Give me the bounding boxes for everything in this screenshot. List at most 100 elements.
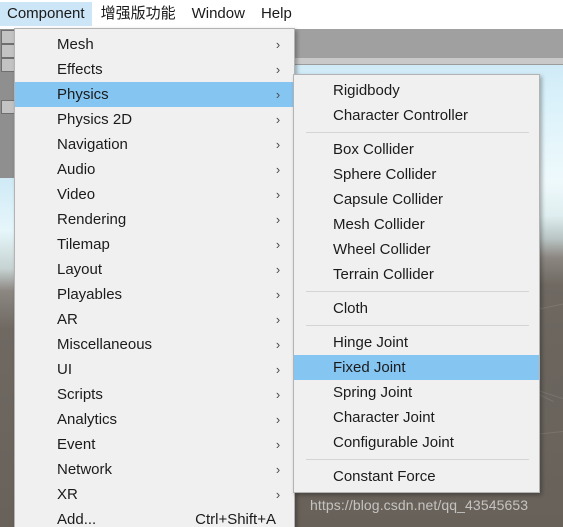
menu-item-label: Event xyxy=(57,436,96,453)
menu-item-label: Tilemap xyxy=(57,236,110,253)
component-menu-item-network[interactable]: Network › xyxy=(15,457,294,482)
menu-item-label: Layout xyxy=(57,261,103,278)
component-menu-item-audio[interactable]: Audio › xyxy=(15,157,294,182)
physics-menu-item-box-collider[interactable]: Box Collider xyxy=(294,137,539,162)
menu-bar: Component 增强版功能 Window Help xyxy=(0,0,563,29)
left-dock-strip xyxy=(0,28,15,527)
menu-item-label: Character Joint xyxy=(333,409,435,426)
chevron-right-icon: › xyxy=(275,211,281,227)
physics-menu-item-cloth[interactable]: Cloth xyxy=(294,296,539,321)
physics-menu-item-sphere-collider[interactable]: Sphere Collider xyxy=(294,162,539,187)
component-menu-item-event[interactable]: Event › xyxy=(15,432,294,457)
component-menu-item-rendering[interactable]: Rendering › xyxy=(15,207,294,232)
menu-item-label: Rendering xyxy=(57,211,127,228)
component-menu-item-video[interactable]: Video › xyxy=(15,182,294,207)
physics-menu-item-wheel-collider[interactable]: Wheel Collider xyxy=(294,237,539,262)
physics-menu-item-hinge-joint[interactable]: Hinge Joint xyxy=(294,330,539,355)
chevron-right-icon: › xyxy=(275,36,281,52)
menu-item-label: Character Controller xyxy=(333,107,469,124)
menu-item-label: Playables xyxy=(57,286,123,303)
physics-menu-item-character-joint[interactable]: Character Joint xyxy=(294,405,539,430)
chevron-right-icon: › xyxy=(275,486,281,502)
menu-separator xyxy=(306,459,529,460)
component-menu-item-scripts[interactable]: Scripts › xyxy=(15,382,294,407)
chevron-right-icon: › xyxy=(275,286,281,302)
menu-item-label: Terrain Collider xyxy=(333,266,434,283)
component-menu-item-physics[interactable]: Physics › xyxy=(15,82,294,107)
chevron-right-icon: › xyxy=(275,411,281,427)
menu-item-label: Video xyxy=(57,186,96,203)
dock-icon-4[interactable] xyxy=(1,100,15,114)
component-menu-item-layout[interactable]: Layout › xyxy=(15,257,294,282)
physics-menu-item-spring-joint[interactable]: Spring Joint xyxy=(294,380,539,405)
menu-item-label: XR xyxy=(57,486,78,503)
dock-icon-3[interactable] xyxy=(1,58,15,72)
dock-icon-1[interactable] xyxy=(1,30,15,44)
physics-submenu: Rigidbody Character Controller Box Collide… xyxy=(293,74,540,493)
menubar-item-component-label: Component xyxy=(7,5,85,22)
component-menu-item-analytics[interactable]: Analytics › xyxy=(15,407,294,432)
menubar-item-component[interactable]: Component xyxy=(0,2,92,26)
left-dock-scene-sliver xyxy=(0,178,14,527)
component-menu-item-playables[interactable]: Playables › xyxy=(15,282,294,307)
menu-item-label: Miscellaneous xyxy=(57,336,153,353)
menu-separator xyxy=(306,291,529,292)
component-menu-item-physics-2d[interactable]: Physics 2D › xyxy=(15,107,294,132)
menu-separator xyxy=(306,132,529,133)
component-menu-item-ar[interactable]: AR › xyxy=(15,307,294,332)
menu-item-label: Scripts xyxy=(57,386,103,403)
chevron-right-icon: › xyxy=(275,236,281,252)
chevron-right-icon: › xyxy=(275,311,281,327)
physics-menu-item-mesh-collider[interactable]: Mesh Collider xyxy=(294,212,539,237)
menu-item-label: Mesh xyxy=(57,36,94,53)
physics-menu-item-fixed-joint[interactable]: Fixed Joint xyxy=(294,355,539,380)
component-menu-item-add[interactable]: Add... Ctrl+Shift+A xyxy=(15,507,294,527)
menu-item-label: Analytics xyxy=(57,411,118,428)
menubar-item-enhanced[interactable]: 增强版功能 xyxy=(94,2,183,26)
menu-item-label: Add... xyxy=(57,511,97,527)
menubar-item-help-label: Help xyxy=(260,5,292,22)
menu-item-label: Effects xyxy=(57,61,103,78)
physics-menu-item-constant-force[interactable]: Constant Force xyxy=(294,464,539,489)
physics-menu-item-configurable-joint[interactable]: Configurable Joint xyxy=(294,430,539,455)
menubar-item-window[interactable]: Window xyxy=(185,2,252,26)
menu-item-label: Mesh Collider xyxy=(333,216,425,233)
menu-item-label: Navigation xyxy=(57,136,128,153)
component-menu-item-mesh[interactable]: Mesh › xyxy=(15,32,294,57)
component-menu: Mesh › Effects › Physics › Physics 2D › Navigati… xyxy=(14,28,295,527)
chevron-right-icon: › xyxy=(275,161,281,177)
menu-item-label: Physics 2D xyxy=(57,111,133,128)
menu-item-label: Configurable Joint xyxy=(333,434,454,451)
menu-item-label: Cloth xyxy=(333,300,369,317)
component-menu-item-tilemap[interactable]: Tilemap › xyxy=(15,232,294,257)
physics-menu-item-capsule-collider[interactable]: Capsule Collider xyxy=(294,187,539,212)
chevron-right-icon: › xyxy=(275,386,281,402)
chevron-right-icon: › xyxy=(275,186,281,202)
menu-item-label: UI xyxy=(57,361,72,378)
menu-item-label: Audio xyxy=(57,161,96,178)
menu-item-shortcut: Ctrl+Shift+A xyxy=(195,511,276,527)
component-menu-item-ui[interactable]: UI › xyxy=(15,357,294,382)
menubar-item-help[interactable]: Help xyxy=(254,2,299,26)
chevron-right-icon: › xyxy=(275,136,281,152)
component-menu-item-xr[interactable]: XR › xyxy=(15,482,294,507)
physics-menu-item-rigidbody[interactable]: Rigidbody xyxy=(294,78,539,103)
chevron-right-icon: › xyxy=(275,461,281,477)
menu-item-label: Capsule Collider xyxy=(333,191,444,208)
chevron-right-icon: › xyxy=(275,111,281,127)
component-menu-item-effects[interactable]: Effects › xyxy=(15,57,294,82)
chevron-right-icon: › xyxy=(275,436,281,452)
component-menu-item-navigation[interactable]: Navigation › xyxy=(15,132,294,157)
dock-icon-2[interactable] xyxy=(1,44,15,58)
menu-separator xyxy=(306,325,529,326)
menu-item-label: Fixed Joint xyxy=(333,359,406,376)
menu-item-label: Network xyxy=(57,461,113,478)
physics-menu-item-character-controller[interactable]: Character Controller xyxy=(294,103,539,128)
chevron-right-icon: › xyxy=(275,361,281,377)
physics-menu-item-terrain-collider[interactable]: Terrain Collider xyxy=(294,262,539,287)
component-menu-item-miscellaneous[interactable]: Miscellaneous › xyxy=(15,332,294,357)
menu-item-label: Spring Joint xyxy=(333,384,413,401)
menubar-item-window-label: Window xyxy=(191,5,245,22)
chevron-right-icon: › xyxy=(275,336,281,352)
menu-item-label: AR xyxy=(57,311,78,328)
